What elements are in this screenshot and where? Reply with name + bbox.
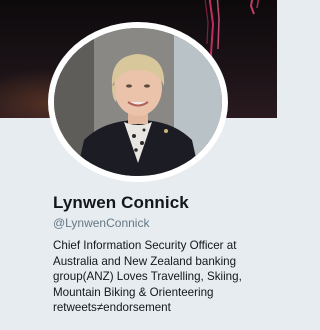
avatar[interactable] [54, 28, 222, 176]
profile-bio: Chief Information Security Officer at Au… [53, 239, 242, 314]
display-name[interactable]: Lynwen Connick [53, 193, 189, 213]
username-handle[interactable]: @LynwenConnick [53, 216, 149, 230]
avatar-photo [54, 28, 222, 176]
